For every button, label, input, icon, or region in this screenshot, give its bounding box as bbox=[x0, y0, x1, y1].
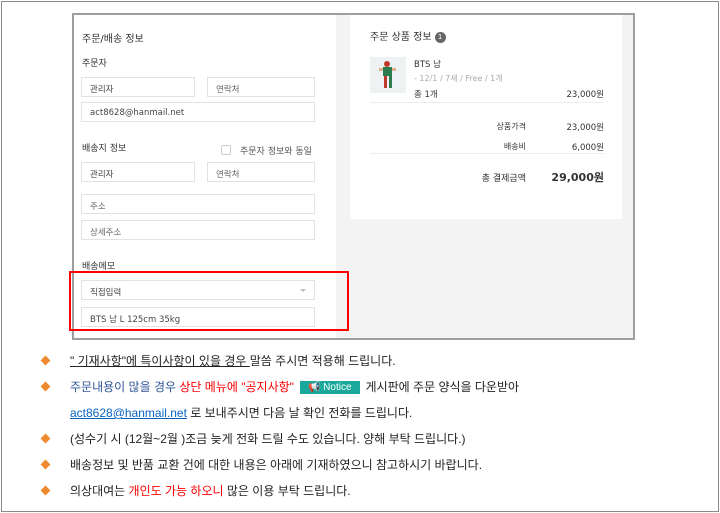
note-text: 게시판에 주문 양식을 다운받아 bbox=[365, 380, 520, 394]
shipping-fee-value: 6,000원 bbox=[571, 143, 604, 153]
summary-title: 주문 상품 정보 1 bbox=[370, 28, 446, 43]
product-thumbnail bbox=[370, 57, 406, 93]
divider bbox=[370, 102, 604, 103]
address-detail-input[interactable]: 상세주소 bbox=[81, 220, 315, 240]
order-summary-card: 주문 상품 정보 1 BTS 남 - 12/1 / 7세 / Free / 1개 … bbox=[350, 15, 622, 219]
form-title: 주문/배송 정보 bbox=[82, 34, 144, 45]
orderer-label: 주문자 bbox=[82, 59, 107, 69]
note-text: 로 보내주시면 다음 날 확인 전화를 드립니다. bbox=[186, 406, 413, 420]
address-input[interactable]: 주소 bbox=[81, 194, 315, 214]
product-price: 23,000원 bbox=[566, 90, 604, 100]
note-text: 의상대여는 bbox=[70, 484, 129, 498]
note-text: 개인도 가능 하오니 bbox=[128, 484, 224, 498]
note-text: 주문내용이 많을 경우 bbox=[70, 380, 180, 394]
shipping-phone-input[interactable]: 연락처 bbox=[207, 162, 315, 182]
note-text: 상단 메뉴에 "공지사항" bbox=[179, 380, 294, 394]
product-name: BTS 남 bbox=[414, 60, 441, 70]
divider bbox=[370, 153, 604, 154]
note-text: 배송정보 및 반품 교환 건에 대한 내용은 아래에 기재하였으니 참고하시기 … bbox=[70, 458, 483, 472]
price-label: 상품가격 bbox=[496, 122, 526, 131]
orderer-email-input[interactable]: act8628@hanmail.net bbox=[81, 102, 315, 122]
notice-label: Notice bbox=[323, 382, 352, 393]
total-label: 총 결제금액 bbox=[481, 174, 526, 184]
same-as-orderer-checkbox[interactable] bbox=[221, 145, 231, 155]
total-value: 29,000원 bbox=[551, 171, 604, 184]
email-link[interactable]: act8628@hanmail.net bbox=[70, 406, 187, 420]
highlight-box bbox=[69, 271, 349, 331]
orderer-phone-input[interactable]: 연락처 bbox=[207, 77, 315, 97]
note-text: 많은 이용 부탁 드립니다. bbox=[223, 484, 351, 498]
product-qty: 총 1개 bbox=[414, 90, 438, 100]
count-badge: 1 bbox=[434, 32, 446, 43]
notice-button[interactable]: 📢 Notice bbox=[299, 381, 360, 394]
product-option: - 12/1 / 7세 / Free / 1개 bbox=[414, 74, 503, 83]
shipping-fee-label: 배송비 bbox=[503, 142, 526, 151]
same-as-orderer-label: 주문자 정보와 동일 bbox=[240, 147, 312, 157]
price-value: 23,000원 bbox=[566, 123, 604, 133]
product-image-icon bbox=[379, 61, 396, 88]
shipping-name-input[interactable]: 관리자 bbox=[81, 162, 195, 182]
summary-title-text: 주문 상품 정보 bbox=[370, 32, 432, 43]
note-text: " 기재사항"에 특이사항이 있을 경우 bbox=[70, 354, 250, 368]
orderer-name-input[interactable]: 관리자 bbox=[81, 77, 195, 97]
note-text: (성수기 시 (12월~2월 )조금 늦게 전화 드릴 수도 있습니다. 양해 … bbox=[70, 432, 466, 446]
shipping-label: 배송지 정보 bbox=[82, 144, 127, 154]
note-text: 말씀 주시면 적용해 드립니다. bbox=[249, 354, 396, 368]
